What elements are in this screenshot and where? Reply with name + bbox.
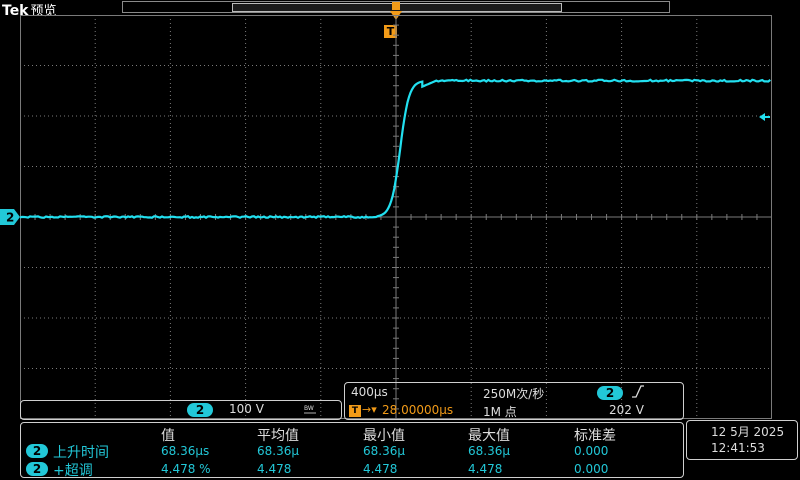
meas-row-2-min: 4.478 bbox=[363, 462, 397, 476]
col-header-min: 最小值 bbox=[363, 425, 405, 445]
trigger-source-badge[interactable]: 2 bbox=[597, 386, 623, 400]
meas-row-1-max: 68.36µ bbox=[468, 444, 510, 458]
col-header-max: 最大值 bbox=[468, 425, 510, 445]
meas-row-1-source-badge[interactable]: 2 bbox=[26, 444, 48, 458]
waveform-graticule[interactable] bbox=[20, 15, 772, 419]
channel-badge[interactable]: 2 bbox=[187, 403, 213, 417]
time-per-division[interactable]: 400µs bbox=[351, 385, 388, 399]
trigger-level-icon[interactable] bbox=[759, 111, 771, 123]
col-header-mean: 平均值 bbox=[257, 425, 299, 445]
meas-row-1-stddev: 0.000 bbox=[574, 444, 608, 458]
vertical-scale[interactable]: 100 V bbox=[229, 402, 264, 416]
meas-row-2-max: 4.478 bbox=[468, 462, 502, 476]
meas-row-2-source-badge[interactable]: 2 bbox=[26, 462, 48, 476]
horizontal-trigger-panel[interactable]: 400µs 250M次/秒 2 T →▾ 28.00000µs 1M 点 202… bbox=[344, 382, 684, 420]
col-header-value: 值 bbox=[161, 425, 175, 445]
col-header-stddev: 标准差 bbox=[574, 425, 616, 445]
meas-row-1-name[interactable]: 上升时间 bbox=[53, 442, 109, 462]
rising-edge-icon[interactable] bbox=[632, 385, 644, 399]
record-length[interactable]: 1M 点 bbox=[483, 403, 517, 420]
time-display: 12:41:53 bbox=[711, 441, 765, 455]
meas-row-1-min: 68.36µ bbox=[363, 444, 405, 458]
channel-2-ground-marker[interactable]: 2 bbox=[0, 209, 20, 225]
datetime-panel[interactable]: 12 5月 2025 12:41:53 bbox=[686, 420, 798, 460]
meas-row-2-mean: 4.478 bbox=[257, 462, 291, 476]
trigger-position-mini-icon: T bbox=[349, 405, 361, 417]
meas-row-1-mean: 68.36µ bbox=[257, 444, 299, 458]
trigger-arrow-icon: →▾ bbox=[362, 403, 377, 416]
trigger-position-value[interactable]: 28.00000µs bbox=[382, 403, 453, 417]
channel-settings-panel[interactable]: 2 100 V BW bbox=[20, 400, 342, 420]
sample-rate: 250M次/秒 bbox=[483, 385, 544, 402]
bandwidth-limit-icon: BW bbox=[304, 405, 316, 415]
measurement-table[interactable]: 值 平均值 最小值 最大值 标准差 2 上升时间 68.36µs 68.36µ … bbox=[20, 422, 684, 478]
date-display: 12 5月 2025 bbox=[711, 423, 784, 440]
svg-text:BW: BW bbox=[304, 405, 314, 412]
meas-row-2-value: 4.478 % bbox=[161, 462, 211, 476]
svg-text:2: 2 bbox=[6, 211, 14, 225]
meas-row-2-name[interactable]: +超调 bbox=[53, 460, 93, 480]
meas-row-1-value: 68.36µs bbox=[161, 444, 209, 458]
meas-row-2-stddev: 0.000 bbox=[574, 462, 608, 476]
trigger-level[interactable]: 202 V bbox=[609, 403, 644, 417]
